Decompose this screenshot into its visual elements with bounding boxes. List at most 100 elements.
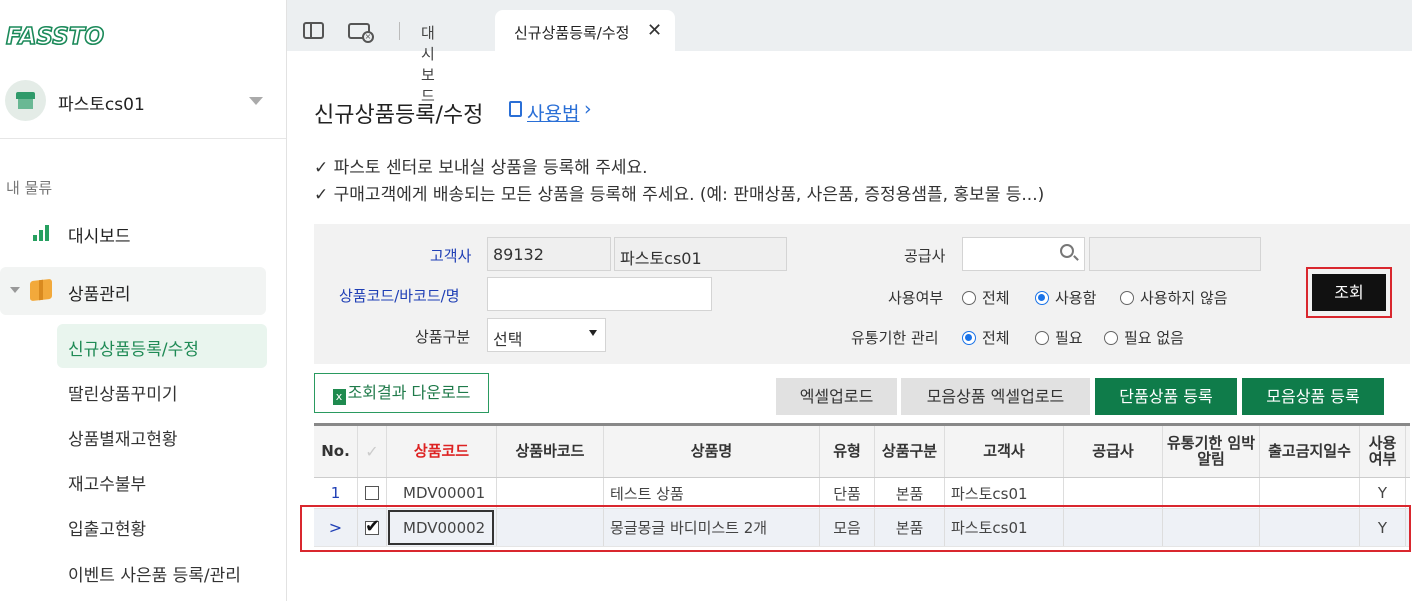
panel-toggle-icon[interactable] xyxy=(303,22,324,39)
tab-label: 신규상품등록/수정 xyxy=(514,24,630,42)
expiry-radio-not-required[interactable]: 필요 없음 xyxy=(1104,327,1184,348)
col-header-check[interactable]: ✓ xyxy=(358,426,387,477)
howto-link[interactable]: 사용법 xyxy=(527,99,579,126)
expand-icon[interactable] xyxy=(10,287,20,293)
bundle-product-register-button[interactable]: 모음상품 등록 xyxy=(1242,378,1384,415)
use-radio-all[interactable]: 전체 xyxy=(962,287,1010,308)
cell-name[interactable]: 테스트 상품 xyxy=(604,478,820,508)
use-status-label: 사용여부 xyxy=(888,289,944,307)
expiry-radio-all[interactable]: 전체 xyxy=(962,327,1010,348)
sidebar: FASSTO 파스토cs01 내 물류 대시보드 상품관리 신규상품등록/수정 … xyxy=(0,0,287,601)
search-button[interactable]: 조회 xyxy=(1312,274,1386,311)
cell-type[interactable]: 단품 xyxy=(820,478,875,508)
row-number: 1 xyxy=(330,484,341,502)
col-header-supplier[interactable]: 공급사 xyxy=(1064,426,1163,477)
single-product-register-button[interactable]: 단품상품 등록 xyxy=(1095,378,1237,415)
search-icon[interactable] xyxy=(1060,244,1074,258)
page-title: 신규상품등록/수정 xyxy=(314,103,484,128)
radio-button[interactable] xyxy=(1120,291,1134,305)
customer-name-field: 파스토cs01 xyxy=(614,237,787,271)
col-header-code[interactable]: 상품코드 xyxy=(387,426,497,477)
use-radio-used[interactable]: 사용함 xyxy=(1035,287,1096,308)
check-all-icon[interactable]: ✓ xyxy=(365,443,379,459)
use-radio-unused[interactable]: 사용하지 않음 xyxy=(1120,287,1228,308)
box-icon xyxy=(30,278,52,302)
cell-expiry-alert[interactable] xyxy=(1163,478,1260,508)
tab-bar: × 대시보드 신규상품등록/수정 ✕ xyxy=(287,0,1412,105)
cell-code[interactable]: MDV00001 xyxy=(387,478,497,508)
sidebar-item-product-mgmt[interactable]: 상품관리 xyxy=(0,267,266,315)
table-header: No. ✓ 상품코드 상품바코드 상품명 유형 상품구분 고객사 공급사 유통기… xyxy=(314,426,1410,478)
sidebar-sub-label: 상품별재고현황 xyxy=(68,430,178,450)
sidebar-sub-event-gift[interactable]: 이벤트 사은품 등록/관리 xyxy=(57,550,267,594)
category-label: 상품구분 xyxy=(415,328,471,346)
col-header-ship-block[interactable]: 출고금지일수 xyxy=(1260,426,1360,477)
excel-upload-button[interactable]: 엑셀업로드 xyxy=(776,378,897,415)
row-highlight-outline xyxy=(300,505,1411,552)
radio-label: 사용함 xyxy=(1055,289,1097,307)
sidebar-item-dashboard[interactable]: 대시보드 xyxy=(0,209,266,257)
col-header-barcode[interactable]: 상품바코드 xyxy=(497,426,604,477)
col-header-customer[interactable]: 고객사 xyxy=(945,426,1064,477)
document-icon[interactable] xyxy=(509,101,522,117)
cell-category[interactable]: 본품 xyxy=(875,478,945,508)
sidebar-sub-label: 이벤트 사은품 등록/관리 xyxy=(68,566,241,586)
row-checkbox[interactable] xyxy=(365,486,379,500)
sidebar-sub-stock-by-product[interactable]: 상품별재고현황 xyxy=(57,414,267,458)
cell-use[interactable]: Y xyxy=(1360,478,1406,508)
section-label: 내 물류 xyxy=(6,179,53,197)
sidebar-sub-label: 재고수불부 xyxy=(68,475,147,495)
sidebar-item-label: 대시보드 xyxy=(68,227,131,247)
product-code-input[interactable] xyxy=(487,277,712,311)
cell-barcode[interactable] xyxy=(497,478,604,508)
download-results-button[interactable]: x 조회결과 다운로드 xyxy=(314,373,489,413)
cell-check[interactable] xyxy=(358,478,387,508)
close-icon[interactable]: ✕ xyxy=(647,20,662,41)
radio-button-selected[interactable] xyxy=(1035,291,1049,305)
store-name: 파스토cs01 xyxy=(58,95,145,115)
col-header-type[interactable]: 유형 xyxy=(820,426,875,477)
chevron-right-icon[interactable]: › xyxy=(584,98,592,120)
supplier-label: 공급사 xyxy=(904,247,946,265)
supplier-name-field xyxy=(1089,237,1261,271)
radio-button[interactable] xyxy=(962,291,976,305)
sidebar-item-label: 상품관리 xyxy=(68,285,131,305)
caret-down-icon[interactable] xyxy=(249,97,263,105)
cell-no: 1 xyxy=(314,478,358,508)
col-header-use[interactable]: 사용 여부 xyxy=(1360,426,1406,477)
radio-button-selected[interactable] xyxy=(962,331,976,345)
col-header-name[interactable]: 상품명 xyxy=(604,426,820,477)
col-header-no[interactable]: No. xyxy=(314,426,358,477)
radio-button[interactable] xyxy=(1035,331,1049,345)
fassto-logo[interactable]: FASSTO xyxy=(5,23,105,51)
logo-text: FASSTO xyxy=(5,23,105,51)
button-label: 조회결과 다운로드 xyxy=(347,383,471,402)
close-all-tabs-icon[interactable]: × xyxy=(348,21,374,43)
excel-icon: x xyxy=(332,389,346,405)
tab-new-product[interactable]: 신규상품등록/수정 ✕ xyxy=(495,10,675,51)
sidebar-sub-inout-status[interactable]: 입출고현황 xyxy=(57,504,267,548)
dropdown-caret-icon[interactable] xyxy=(589,330,597,336)
cell-ship-block[interactable] xyxy=(1260,478,1360,508)
sidebar-sub-attached-product[interactable]: 딸린상품꾸미기 xyxy=(57,369,267,413)
radio-label: 전체 xyxy=(982,289,1010,307)
cell-customer[interactable]: 파스토cs01 xyxy=(945,478,1064,508)
bundle-excel-upload-button[interactable]: 모음상품 엑셀업로드 xyxy=(901,378,1090,415)
customer-label: 고객사 xyxy=(430,247,472,265)
product-code-label: 상품코드/바코드/명 xyxy=(339,287,460,305)
search-button-highlight: 조회 xyxy=(1306,267,1392,318)
expiry-radio-required[interactable]: 필요 xyxy=(1035,327,1083,348)
sidebar-sub-stock-ledger[interactable]: 재고수불부 xyxy=(57,459,267,503)
sidebar-sub-label: 입출고현황 xyxy=(68,520,147,540)
store-selector[interactable]: 파스토cs01 xyxy=(0,78,286,138)
notice-line-1: ✓ 파스토 센터로 보내실 상품을 등록해 주세요. xyxy=(314,158,648,178)
sidebar-sub-label: 신규상품등록/수정 xyxy=(68,340,199,360)
radio-button[interactable] xyxy=(1104,331,1118,345)
cell-supplier[interactable] xyxy=(1064,478,1163,508)
radio-label: 필요 xyxy=(1055,329,1083,347)
tab-label: 대시보드 xyxy=(421,24,435,105)
col-header-expiry-alert[interactable]: 유통기한 임박 알림 xyxy=(1163,426,1260,477)
sidebar-sub-new-product[interactable]: 신규상품등록/수정 xyxy=(57,324,267,368)
customer-code-field: 89132 xyxy=(487,237,611,271)
col-header-category[interactable]: 상품구분 xyxy=(875,426,945,477)
